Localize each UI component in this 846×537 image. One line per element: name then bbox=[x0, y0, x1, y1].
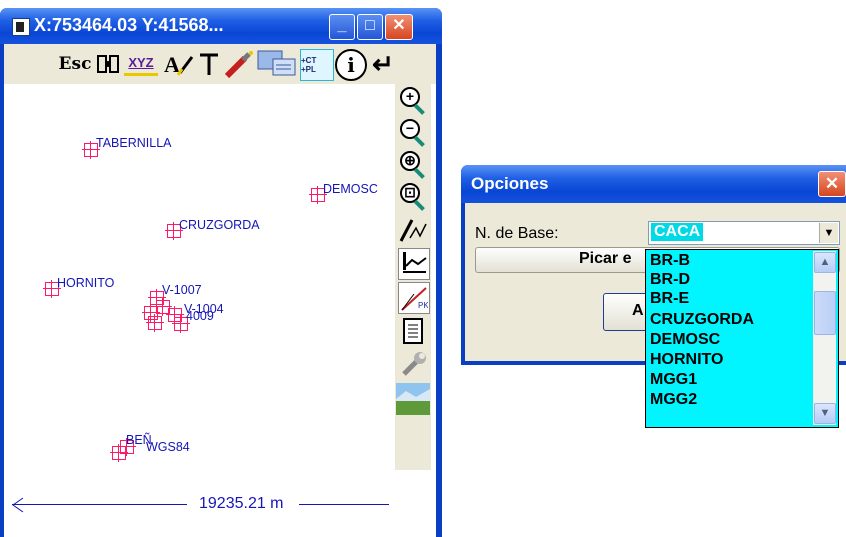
info-button[interactable]: i bbox=[335, 49, 367, 81]
dropdown-option[interactable]: DEMOSC bbox=[650, 331, 720, 349]
zoom-window-icon[interactable]: ⊡ bbox=[398, 182, 428, 212]
client-area: Esc XYZ A +CT +PL i ↵ TABERNILLA DEMOSC … bbox=[4, 44, 436, 537]
dropdown-option[interactable]: HORNITO bbox=[650, 351, 723, 369]
dropdown-option[interactable]: BR-D bbox=[650, 271, 690, 289]
scale-label: 19235.21 m bbox=[199, 495, 284, 512]
map-point-label: 4009 bbox=[186, 309, 214, 323]
dropdown-option[interactable]: MGG2 bbox=[650, 391, 697, 409]
document-icon[interactable] bbox=[398, 316, 428, 346]
toolbar: Esc XYZ A +CT +PL i ↵ bbox=[4, 44, 436, 84]
map-point-label: WGS84 bbox=[146, 440, 190, 454]
zoom-in-icon[interactable]: + bbox=[398, 86, 428, 116]
picar-button-label: Picar e bbox=[579, 250, 632, 267]
enter-button[interactable]: ↵ bbox=[368, 49, 398, 79]
map-point-label: TABERNILLA bbox=[96, 136, 172, 150]
minimize-button[interactable]: _ bbox=[329, 14, 355, 40]
map-point-label: HORNITO bbox=[57, 276, 115, 290]
ct-pl-button[interactable]: +CT +PL bbox=[300, 49, 334, 81]
dialog-title-bar[interactable]: Opciones ✕ bbox=[461, 165, 846, 203]
xyz-button[interactable]: XYZ bbox=[124, 51, 158, 76]
map-point-label: V-1007 bbox=[162, 283, 202, 297]
scroll-up-icon[interactable]: ▲ bbox=[814, 252, 836, 273]
base-dropdown-list[interactable]: BR-B BR-D BR-E CRUZGORDA DEMOSC HORNITO … bbox=[645, 249, 839, 428]
dropdown-option[interactable]: MGG1 bbox=[650, 371, 697, 389]
app-icon[interactable] bbox=[12, 18, 30, 36]
title-bar[interactable]: X:753464.03 Y:41568... _ □ ✕ bbox=[0, 8, 442, 44]
pencil-line-icon[interactable] bbox=[398, 214, 428, 244]
map-canvas[interactable]: TABERNILLA DEMOSC CRUZGORDA HORNITO V-10… bbox=[4, 84, 395, 537]
vertical-toolbar: + − ⊕ ⊡ PK bbox=[395, 84, 431, 470]
scale-arrow-icon bbox=[12, 497, 24, 513]
base-combobox-value: CACA bbox=[651, 223, 704, 241]
esc-button[interactable]: Esc bbox=[58, 51, 92, 77]
close-button[interactable]: ✕ bbox=[385, 14, 413, 40]
zoom-center-icon[interactable]: ⊕ bbox=[398, 150, 428, 180]
text-tool-icon[interactable]: A bbox=[161, 51, 195, 77]
window-title: X:753464.03 Y:41568... bbox=[34, 15, 224, 35]
base-combobox[interactable]: CACA ▼ bbox=[648, 221, 840, 245]
dropdown-scrollbar[interactable]: ▲ ▼ bbox=[813, 251, 836, 425]
accept-button-label: A bbox=[632, 302, 644, 319]
chevron-down-icon[interactable]: ▼ bbox=[819, 223, 838, 243]
marker-icon[interactable] bbox=[223, 51, 255, 78]
t-tool-icon[interactable] bbox=[197, 51, 221, 77]
wrench-icon[interactable] bbox=[398, 350, 428, 380]
dropdown-option[interactable]: BR-B bbox=[650, 252, 690, 270]
dropdown-option[interactable]: BR-E bbox=[650, 290, 689, 308]
landscape-icon[interactable] bbox=[396, 383, 430, 415]
map-point-marker bbox=[146, 314, 164, 332]
screen-icon[interactable] bbox=[257, 50, 297, 77]
snap-icon[interactable] bbox=[95, 51, 121, 77]
scale-line bbox=[299, 504, 389, 505]
zoom-out-icon[interactable]: − bbox=[398, 118, 428, 148]
dialog-close-button[interactable]: ✕ bbox=[818, 171, 846, 197]
profile-icon[interactable] bbox=[398, 248, 430, 280]
main-window: X:753464.03 Y:41568... _ □ ✕ Esc XYZ A +… bbox=[0, 8, 442, 537]
scroll-down-icon[interactable]: ▼ bbox=[814, 403, 836, 424]
scroll-thumb[interactable] bbox=[814, 291, 836, 335]
base-label: N. de Base: bbox=[475, 225, 559, 242]
map-point-label: CRUZGORDA bbox=[179, 218, 260, 232]
dialog-title: Opciones bbox=[471, 174, 549, 193]
slope-icon[interactable]: PK bbox=[398, 282, 430, 314]
dropdown-option[interactable]: CRUZGORDA bbox=[650, 311, 754, 329]
svg-text:PK: PK bbox=[418, 301, 428, 310]
map-point-label: DEMOSC bbox=[323, 182, 378, 196]
maximize-button[interactable]: □ bbox=[357, 14, 383, 40]
scale-line bbox=[12, 504, 187, 505]
